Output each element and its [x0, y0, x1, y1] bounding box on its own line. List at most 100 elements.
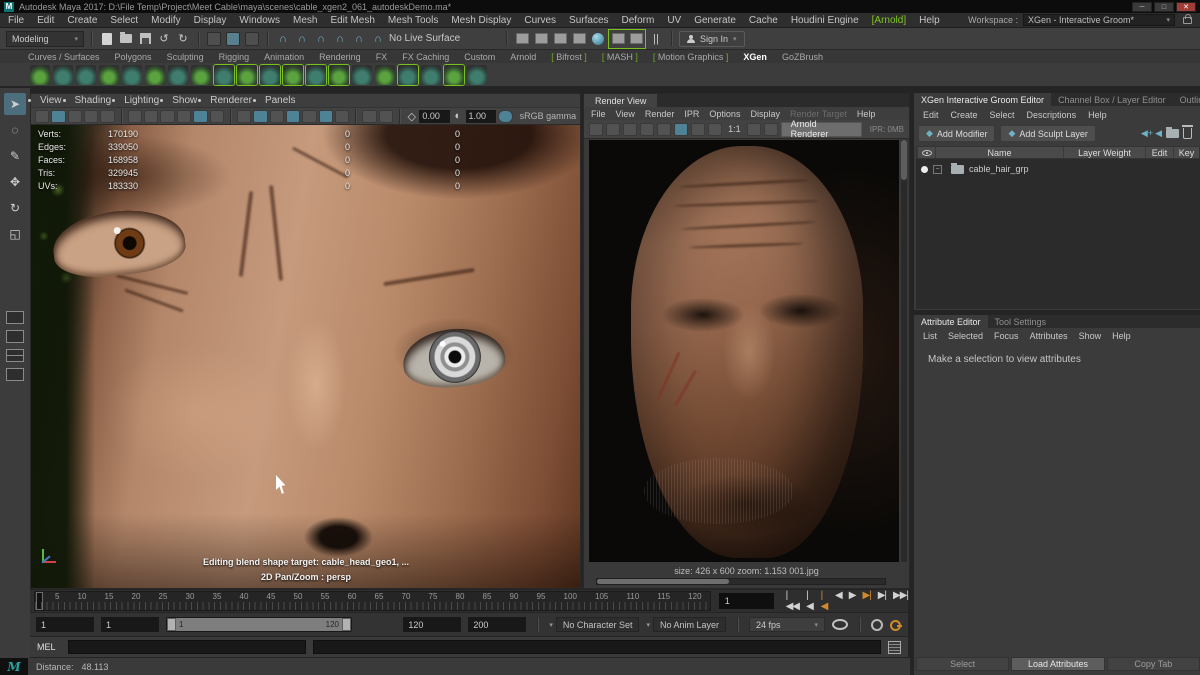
horizontal-scrollbar[interactable] [596, 578, 886, 585]
command-input-field[interactable] [68, 640, 306, 654]
single-pane-layout-icon[interactable] [6, 311, 24, 324]
playback-button[interactable]: ▶▶| [893, 590, 908, 612]
hypershade-icon[interactable] [590, 31, 606, 47]
menu-item[interactable]: [Arnold] [872, 15, 906, 26]
shelf-tab[interactable]: Polygons [115, 52, 152, 62]
gate-mask-icon[interactable] [177, 110, 191, 123]
range-end-handle[interactable] [342, 618, 351, 631]
playback-loop-icon[interactable] [832, 619, 848, 630]
attribute-menu-item[interactable]: Selected [948, 331, 983, 341]
playback-end-field[interactable]: 200 [468, 617, 526, 632]
menu-item[interactable]: Cache [749, 15, 778, 26]
color-management-icon[interactable] [498, 110, 512, 123]
rendered-image[interactable] [589, 140, 899, 562]
menu-item[interactable]: Mesh Display [451, 15, 511, 26]
snap-curve-icon[interactable]: ∩ [294, 31, 310, 47]
render-settings-icon[interactable] [514, 31, 530, 47]
redo-render-icon[interactable] [589, 123, 603, 136]
layer-weight-column-header[interactable]: Layer Weight [1063, 147, 1145, 158]
shelf-tab[interactable]: Animation [264, 52, 304, 62]
menu-item[interactable]: Create [67, 15, 97, 26]
field-chart-icon[interactable] [193, 110, 207, 123]
remove-image-icon[interactable] [764, 123, 778, 136]
layer-name[interactable]: cable_hair_grp [969, 164, 1029, 174]
lights-icon[interactable] [286, 110, 300, 123]
zoom-ratio-button[interactable]: 1:1 [728, 124, 741, 134]
playback-button[interactable]: |◀ [821, 590, 828, 612]
shadows-icon[interactable] [302, 110, 316, 123]
xgen-shelf-icon[interactable] [444, 65, 464, 85]
attribute-menu-item[interactable]: Help [1112, 331, 1131, 341]
xgen-shelf-icon[interactable] [260, 65, 280, 85]
menu-item[interactable]: Modify [151, 15, 180, 26]
edit-column-header[interactable]: Edit [1145, 147, 1173, 158]
attribute-editor-button[interactable]: Copy Tab [1107, 657, 1200, 671]
add-modifier-button[interactable]: ◆ Add Modifier [918, 125, 995, 142]
add-sculpt-layer-button[interactable]: ◆ Add Sculpt Layer [1000, 125, 1095, 142]
auto-keyframe-icon[interactable] [890, 619, 902, 631]
menu-item[interactable]: Select [110, 15, 138, 26]
expander-icon[interactable]: − [933, 165, 942, 174]
render-settings-icon[interactable] [674, 123, 688, 136]
shelf-tab[interactable]: GoZBrush [782, 52, 823, 62]
menu-item[interactable]: Edit [37, 15, 54, 26]
shelf-tab[interactable]: Bifrost [551, 52, 587, 62]
viewport-menu-item[interactable]: Panels [265, 95, 296, 106]
shelf-tab[interactable]: Rendering [319, 52, 361, 62]
attribute-editor-button[interactable]: Select [916, 657, 1009, 671]
new-folder-icon[interactable] [1166, 129, 1179, 138]
camera-attributes-icon[interactable] [68, 110, 82, 123]
menu-item[interactable]: Houdini Engine [791, 15, 859, 26]
groom-menu-item[interactable]: Help [1088, 110, 1107, 120]
xgen-shelf-icon[interactable] [145, 65, 165, 85]
menu-item[interactable]: Curves [524, 15, 556, 26]
open-scene-icon[interactable] [118, 31, 134, 47]
arnold-render-icon[interactable] [610, 31, 626, 47]
lock-icon[interactable] [1183, 17, 1192, 24]
sign-in-button[interactable]: Sign In ▾ [679, 31, 745, 47]
save-scene-icon[interactable] [137, 31, 153, 47]
xgen-shelf-icon[interactable] [421, 65, 441, 85]
bookmark-icon[interactable] [84, 110, 98, 123]
xray-icon[interactable] [379, 110, 393, 123]
playback-button[interactable]: |◀ [806, 590, 813, 612]
menu-item[interactable]: Generate [694, 15, 736, 26]
display-alpha-icon[interactable] [708, 123, 722, 136]
anim-layer-dropdown[interactable]: ▾ No Anim Layer [646, 617, 726, 632]
snap-surface-icon[interactable]: ∩ [370, 31, 386, 47]
shelf-tab[interactable]: Rigging [219, 52, 250, 62]
maximize-button[interactable]: □ [1154, 2, 1174, 12]
move-tool-icon[interactable]: ✥ [4, 171, 26, 193]
viewport-menu-item[interactable]: Renderer [210, 95, 252, 106]
select-component-icon[interactable] [244, 31, 260, 47]
animation-start-field[interactable]: 1 [101, 617, 159, 632]
attribute-menu-item[interactable]: Attributes [1030, 331, 1068, 341]
playback-button[interactable]: ▶| [862, 590, 870, 612]
playback-button[interactable]: ▶ [849, 590, 856, 612]
ipr-render-icon[interactable] [552, 31, 568, 47]
undo-icon[interactable]: ↺ [156, 31, 172, 47]
arnold-ipr-icon[interactable] [628, 31, 644, 47]
shelf-tab[interactable]: FX [376, 52, 388, 62]
render-view-menu-item[interactable]: Render Target [790, 109, 847, 119]
xgen-shelf-icon[interactable] [168, 65, 188, 85]
xgen-shelf-icon[interactable] [191, 65, 211, 85]
xgen-shelf-icon[interactable] [398, 65, 418, 85]
shelf-tab[interactable]: XGen [743, 52, 767, 62]
xgen-shelf-icon[interactable] [283, 65, 303, 85]
xgen-shelf-icon[interactable] [375, 65, 395, 85]
shelf-tab[interactable]: Custom [464, 52, 495, 62]
layer-row[interactable]: − cable_hair_grp [916, 162, 1200, 176]
keep-image-icon[interactable] [747, 123, 761, 136]
rotate-tool-icon[interactable]: ↻ [4, 197, 26, 219]
motion-blur-icon[interactable] [335, 110, 349, 123]
resolution-gate-icon[interactable] [160, 110, 174, 123]
select-object-icon[interactable] [225, 31, 241, 47]
xgen-shelf-icon[interactable] [329, 65, 349, 85]
attribute-menu-item[interactable]: Show [1079, 331, 1102, 341]
range-start-handle[interactable] [167, 618, 176, 631]
menu-item[interactable]: Edit Mesh [330, 15, 374, 26]
menu-item[interactable]: Display [194, 15, 227, 26]
range-slider[interactable]: 1 120 [166, 617, 352, 632]
redo-icon[interactable]: ↻ [175, 31, 191, 47]
